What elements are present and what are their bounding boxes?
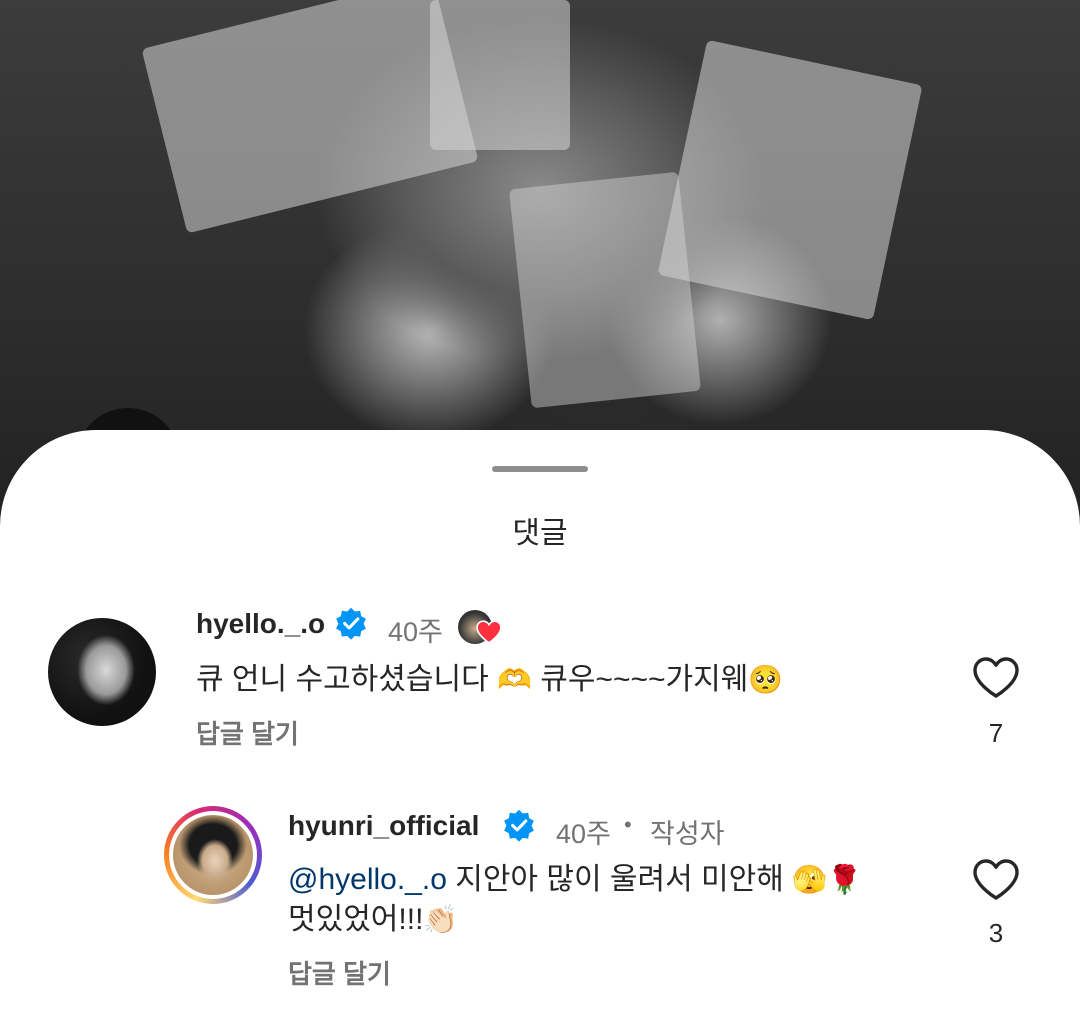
comment-username[interactable]: hyello._.o	[196, 608, 325, 640]
reply-text-part: 지안아 많이 울려서 미안해	[446, 863, 793, 896]
verified-badge-icon	[504, 809, 534, 842]
reply-text-part: 멋있었어!!!	[288, 903, 424, 936]
author-badge: 작성자	[650, 819, 725, 849]
reply-time: 40주	[556, 819, 611, 849]
heart-filled-icon	[476, 620, 502, 644]
mention-link[interactable]: @hyello._.o	[288, 863, 447, 896]
avatar-story-ring[interactable]	[164, 806, 262, 904]
reply-username[interactable]: hyunri_official	[288, 810, 479, 842]
comment-text: 큐 언니 수고하셨습니다 🫶 큐우~~~~가지웨🥺	[196, 660, 783, 700]
rose-emoji: 🌹	[827, 864, 862, 895]
comment-text-part: 큐우~~~~가지웨	[531, 663, 749, 696]
bouquet-wrap-right	[657, 39, 923, 321]
bouquet-wrap-left	[141, 0, 479, 234]
like-count: 7	[988, 718, 1004, 748]
avatar-ring-gap	[169, 811, 257, 899]
heart-hands-emoji: 🫶	[497, 664, 532, 695]
pleading-face-emoji: 🥺	[748, 664, 784, 695]
avatar[interactable]	[48, 618, 156, 726]
heart-outline-icon[interactable]	[972, 656, 1020, 700]
comment-text-part: 큐 언니 수고하셨습니다	[196, 663, 498, 696]
verified-badge-icon	[336, 607, 366, 640]
comment-item: hyello._.o 40주 큐 언니 수고하셨습니다 🫶 큐우~~~~가지웨🥺…	[0, 430, 1080, 760]
peeking-face-emoji: 🫣	[792, 864, 828, 895]
reply-item: hyunri_official 40주 • 작성자 @hyello._.o 지안…	[0, 760, 1080, 1012]
bouquet-card	[430, 0, 570, 150]
like-count: 3	[988, 918, 1004, 948]
bouquet-wrap-center	[508, 171, 702, 409]
comment-time: 40주	[388, 617, 443, 647]
meta-separator: •	[624, 812, 632, 837]
avatar	[173, 815, 253, 895]
comments-sheet: 댓글 hyello._.o 40주 큐 언니 수고하셨습니다 🫶 큐우~~~~가…	[0, 430, 1080, 1012]
reply-text-line-1: @hyello._.o 지안아 많이 울려서 미안해 🫣🌹	[288, 860, 862, 900]
reply-button[interactable]: 답글 달기	[196, 714, 299, 751]
reply-button[interactable]: 답글 달기	[288, 954, 391, 991]
heart-outline-icon[interactable]	[972, 858, 1020, 902]
clapping-hands-emoji: 👏🏻	[423, 904, 459, 935]
reply-text-line-2: 멋있었어!!!👏🏻	[288, 900, 458, 940]
